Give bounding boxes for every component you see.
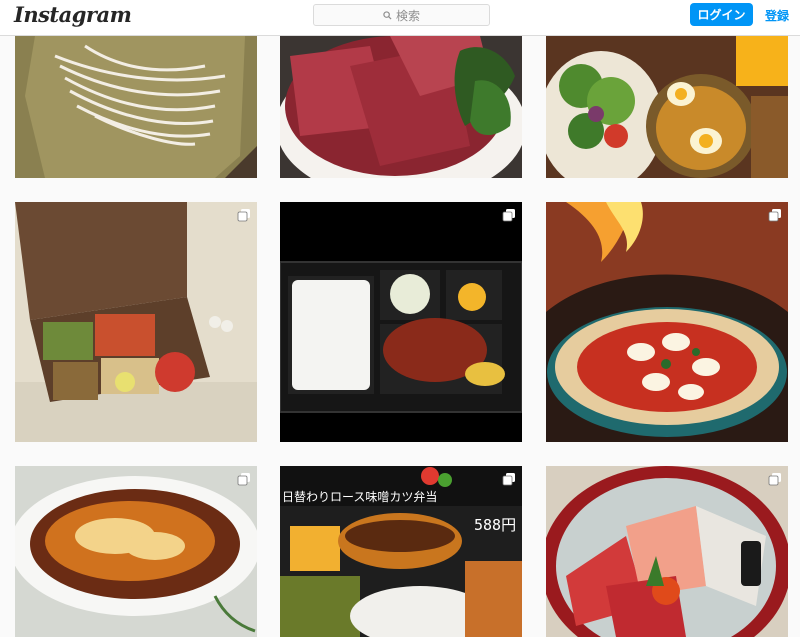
- signup-link[interactable]: 登録: [765, 7, 789, 24]
- post-image-1: [15, 36, 257, 178]
- post-overlay-title: 日替わりロース味噌カツ弁当: [282, 490, 438, 504]
- post-tile-1[interactable]: [15, 36, 257, 178]
- post-image-2: [280, 36, 522, 178]
- multiple-images-icon: [502, 473, 515, 486]
- multiple-images-icon: [237, 473, 250, 486]
- post-tile-6[interactable]: [546, 202, 788, 442]
- post-tile-8[interactable]: 日替わりロース味噌カツ弁当 588円: [280, 466, 522, 637]
- multiple-images-icon: [237, 209, 250, 222]
- post-grid: 日替わりロース味噌カツ弁当 588円: [0, 0, 800, 637]
- search-placeholder: 検索: [395, 8, 420, 23]
- post-image-7: [15, 466, 257, 637]
- post-tile-9[interactable]: [546, 466, 788, 637]
- top-navigation-bar: Instagram 検索 ログイン 登録: [0, 0, 800, 36]
- instagram-logo[interactable]: Instagram: [14, 2, 132, 27]
- multiple-images-icon: [502, 209, 515, 222]
- post-image-5: [280, 202, 522, 442]
- post-overlay-price: 588円: [474, 516, 517, 534]
- login-button[interactable]: ログイン: [690, 3, 753, 26]
- post-tile-3[interactable]: [546, 36, 788, 178]
- post-tile-4[interactable]: [15, 202, 257, 442]
- post-image-3: [546, 36, 788, 178]
- post-tile-5[interactable]: [280, 202, 522, 442]
- post-tile-2[interactable]: [280, 36, 522, 178]
- search-input[interactable]: 検索: [313, 4, 490, 26]
- post-image-4: [15, 202, 257, 442]
- post-image-9: [546, 466, 788, 637]
- multiple-images-icon: [768, 473, 781, 486]
- post-image-6: [546, 202, 788, 442]
- multiple-images-icon: [768, 209, 781, 222]
- search-icon: [383, 10, 392, 20]
- post-tile-7[interactable]: [15, 466, 257, 637]
